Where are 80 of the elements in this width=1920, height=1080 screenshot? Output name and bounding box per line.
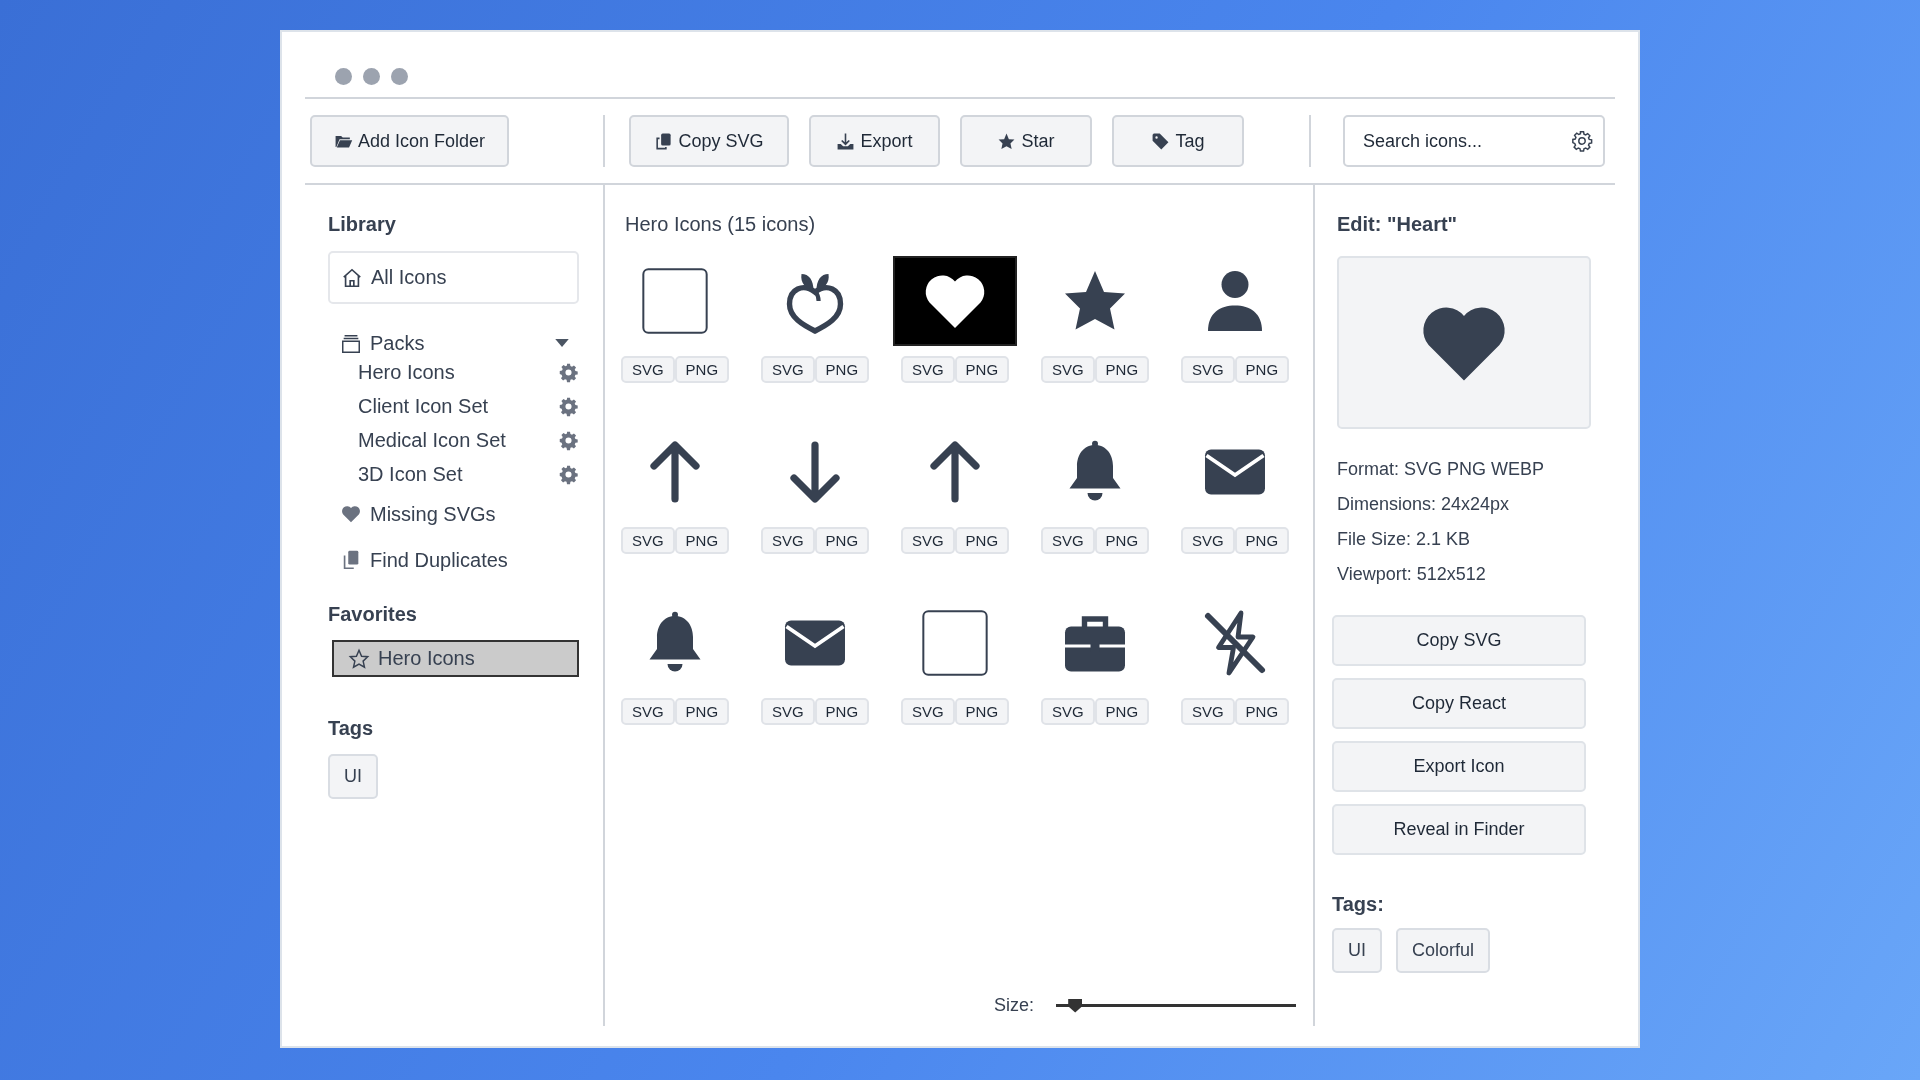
settings-icon[interactable] [558, 463, 579, 485]
action-button[interactable]: Export Icon [1332, 741, 1586, 792]
format-button[interactable]: PNG [954, 698, 1010, 725]
settings-icon[interactable] [558, 395, 579, 417]
info-text: Dimensions: 24x24px [1337, 494, 1511, 515]
pack-item[interactable]: 3D Icon Set [358, 462, 463, 486]
format-button[interactable]: PNG [954, 527, 1010, 554]
format-button[interactable]: PNG [814, 527, 870, 554]
find-duplicates-item[interactable]: Find Duplicates [328, 537, 579, 583]
action-button[interactable]: Copy SVG [1332, 615, 1586, 666]
format-button[interactable]: SVG [1040, 356, 1095, 383]
info-text: Viewport: 512x512 [1337, 564, 1487, 585]
stack-icon [340, 332, 362, 355]
settings-icon[interactable] [1571, 130, 1593, 152]
format-button[interactable]: PNG [954, 356, 1010, 383]
search-field[interactable]: Search icons... [1343, 115, 1605, 167]
format-button[interactable]: SVG [900, 698, 955, 725]
pack-title: Hero Icons (15 icons) [624, 213, 817, 236]
format-button[interactable]: SVG [760, 698, 815, 725]
format-button[interactable]: SVG [1040, 527, 1095, 554]
settings-icon[interactable] [558, 361, 579, 383]
format-button[interactable]: SVG [900, 527, 955, 554]
tags-heading: Tags: [1332, 893, 1385, 916]
home-icon [341, 266, 363, 289]
format-button[interactable]: SVG [900, 356, 955, 383]
star-icon [997, 131, 1017, 151]
format-button[interactable]: PNG [1094, 356, 1150, 383]
format-button[interactable]: SVG [1180, 698, 1235, 725]
tag-chip[interactable]: UI [328, 754, 378, 799]
format-button[interactable]: PNG [674, 527, 730, 554]
format-button[interactable]: SVG [620, 356, 675, 383]
info-text: File Size: 2.1 KB [1337, 529, 1472, 550]
tag-button[interactable]: Tag [1112, 115, 1244, 167]
format-button[interactable]: SVG [1180, 527, 1235, 554]
tag-chip[interactable]: Colorful [1396, 928, 1491, 973]
section-heading: Tags [328, 717, 375, 740]
format-button[interactable]: PNG [1234, 527, 1290, 554]
star-icon [348, 647, 370, 670]
favorite-item[interactable]: Hero Icons [332, 640, 579, 677]
pack-item[interactable]: Medical Icon Set [358, 428, 506, 452]
settings-icon[interactable] [558, 429, 579, 451]
pack-item[interactable]: Hero Icons [358, 360, 455, 384]
pack-item[interactable]: Client Icon Set [358, 394, 489, 418]
action-button[interactable]: Copy React [1332, 678, 1586, 729]
copy-svg-button[interactable]: Copy SVG [629, 115, 789, 167]
format-button[interactable]: PNG [1234, 698, 1290, 725]
missing-svgs-item[interactable]: Missing SVGs [328, 491, 579, 537]
format-button[interactable]: PNG [814, 356, 870, 383]
info-text: Format: SVG PNG WEBP [1337, 459, 1546, 480]
action-button[interactable]: Reveal in Finder [1332, 804, 1586, 855]
format-button[interactable]: PNG [1094, 527, 1150, 554]
download-icon [836, 131, 856, 151]
format-button[interactable]: PNG [814, 698, 870, 725]
format-button[interactable]: SVG [760, 527, 815, 554]
tag-icon [1151, 131, 1171, 151]
add-folder-button[interactable]: Add Icon Folder [310, 115, 510, 167]
format-button[interactable]: SVG [620, 698, 675, 725]
tag-chip[interactable]: UI [1332, 928, 1382, 973]
format-button[interactable]: PNG [1234, 356, 1290, 383]
heart-icon [340, 503, 362, 525]
format-button[interactable]: SVG [760, 356, 815, 383]
size-label: Size: [993, 995, 1034, 1016]
section-heading: Favorites [328, 603, 418, 626]
star-button[interactable]: Star [960, 115, 1092, 167]
format-button[interactable]: SVG [1040, 698, 1095, 725]
size-slider[interactable] [1056, 997, 1296, 1014]
caret-icon[interactable] [555, 339, 569, 348]
slider-thumb[interactable] [1068, 998, 1083, 1013]
format-button[interactable]: PNG [674, 698, 730, 725]
all-icons-item[interactable]: All Icons [328, 251, 579, 304]
copy-icon [654, 131, 674, 151]
format-button[interactable]: PNG [674, 356, 730, 383]
icon-tile[interactable] [893, 256, 1017, 346]
format-button[interactable]: PNG [1094, 698, 1150, 725]
export-button[interactable]: Export [809, 115, 940, 167]
format-button[interactable]: SVG [1180, 356, 1235, 383]
editor-title: Edit: "Heart" [1337, 213, 1459, 236]
packs-item[interactable]: Packs [340, 332, 425, 355]
format-button[interactable]: SVG [620, 527, 675, 554]
section-heading: Library [328, 213, 397, 236]
